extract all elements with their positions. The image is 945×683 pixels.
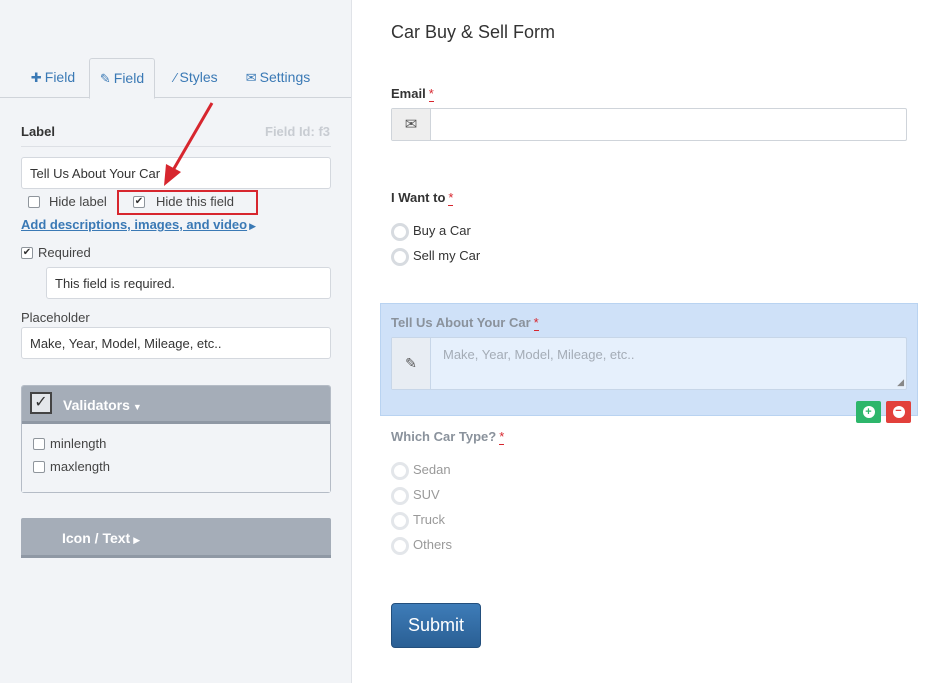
radio-sell-car-label: Sell my Car (413, 248, 481, 263)
radio-truck-label: Truck (413, 512, 446, 527)
radio-suv[interactable] (391, 487, 409, 505)
form-title: Car Buy & Sell Form (391, 22, 556, 42)
tell-us-placeholder: Make, Year, Model, Mileage, etc.. (443, 347, 635, 362)
radio-buy-car-label: Buy a Car (413, 223, 471, 238)
envelope-icon: ✉ (392, 109, 431, 140)
radio-truck[interactable] (391, 512, 409, 530)
edit-icon: ✎ (392, 338, 431, 389)
email-label: Email * (391, 86, 434, 102)
i-want-to-label: I Want to * (391, 190, 454, 206)
radio-sedan-label: Sedan (413, 462, 451, 477)
radio-buy-car[interactable] (391, 223, 409, 241)
tell-us-label: Tell Us About Your Car * (391, 315, 539, 331)
radio-sell-car[interactable] (391, 248, 409, 266)
radio-others[interactable] (391, 537, 409, 555)
plus-circle-icon: + (862, 406, 875, 419)
radio-others-label: Others (413, 537, 453, 552)
radio-suv-label: SUV (413, 487, 440, 502)
email-field[interactable]: ✉ (391, 108, 907, 141)
resize-handle-icon[interactable]: ◢ (897, 377, 904, 388)
minus-circle-icon: − (892, 406, 905, 419)
remove-field-button[interactable]: − (886, 401, 911, 423)
submit-button[interactable]: Submit (391, 603, 481, 648)
radio-sedan[interactable] (391, 462, 409, 480)
add-field-button[interactable]: + (856, 401, 881, 423)
tell-us-textarea[interactable]: ✎ Make, Year, Model, Mileage, etc.. ◢ (391, 337, 907, 390)
car-type-label: Which Car Type? * (391, 429, 505, 445)
